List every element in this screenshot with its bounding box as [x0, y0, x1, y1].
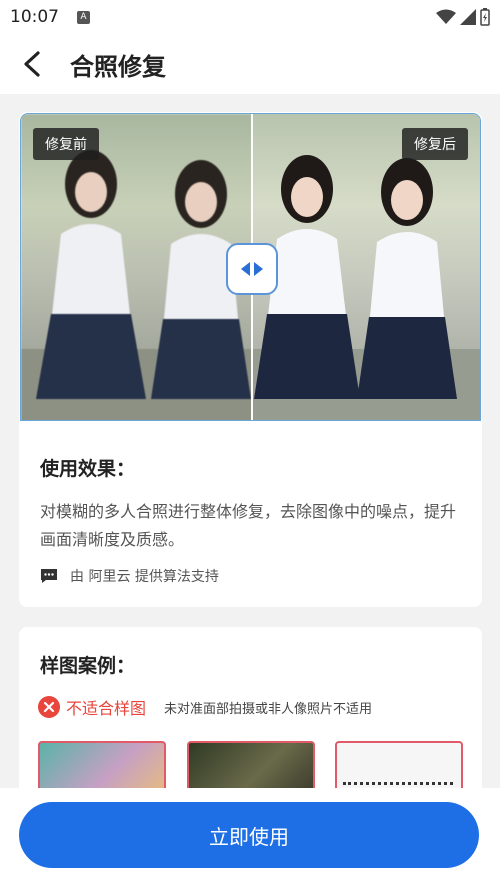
before-after-compare[interactable]: 修复前 修复后 [20, 113, 481, 421]
after-label: 修复后 [402, 128, 468, 160]
sketch-marks [343, 769, 453, 785]
effect-title: 使用效果： [40, 458, 136, 480]
back-button[interactable] [0, 34, 64, 94]
error-x-icon [38, 696, 60, 718]
credit-text: 由 阿里云 提供算法支持 [70, 569, 219, 585]
app-header: 合照修复 [0, 34, 500, 94]
wifi-icon [436, 9, 456, 24]
arrow-right-icon [254, 262, 263, 276]
status-time: 10:07 [10, 7, 59, 27]
use-now-button[interactable]: 立即使用 [19, 802, 479, 868]
unfit-examples-header: 不适合样图 未对准面部拍摄或非人像照片不适用 [38, 695, 372, 719]
battery-icon [480, 8, 490, 26]
unfit-label: 不适合样图 [66, 699, 147, 718]
unfit-note: 未对准面部拍摄或非人像照片不适用 [164, 701, 373, 717]
page-title: 合照修复 [70, 52, 166, 81]
system-icons [436, 8, 490, 26]
notification-icon: A [77, 10, 90, 24]
compare-slider-handle[interactable] [226, 243, 278, 295]
after-photo-illustration [252, 155, 480, 420]
arrow-left-icon [241, 262, 250, 276]
before-label: 修复前 [33, 128, 99, 160]
algorithm-credit: 由 阿里云 提供算法支持 [40, 566, 219, 586]
signal-icon [460, 9, 476, 25]
examples-title: 样图案例： [40, 655, 136, 677]
status-bar: 10:07 A [0, 0, 500, 34]
before-photo-illustration [21, 150, 252, 420]
effect-card: 修复前 修复后 使用效果： 对模糊的多人合照进行整体修复，去除图像中的噪点，提升… [19, 112, 482, 607]
effect-description: 对模糊的多人合照进行整体修复，去除图像中的噪点，提升画面清晰度及质感。 [40, 502, 457, 549]
chat-bubble-icon [41, 569, 57, 583]
back-arrow-icon [24, 51, 40, 77]
